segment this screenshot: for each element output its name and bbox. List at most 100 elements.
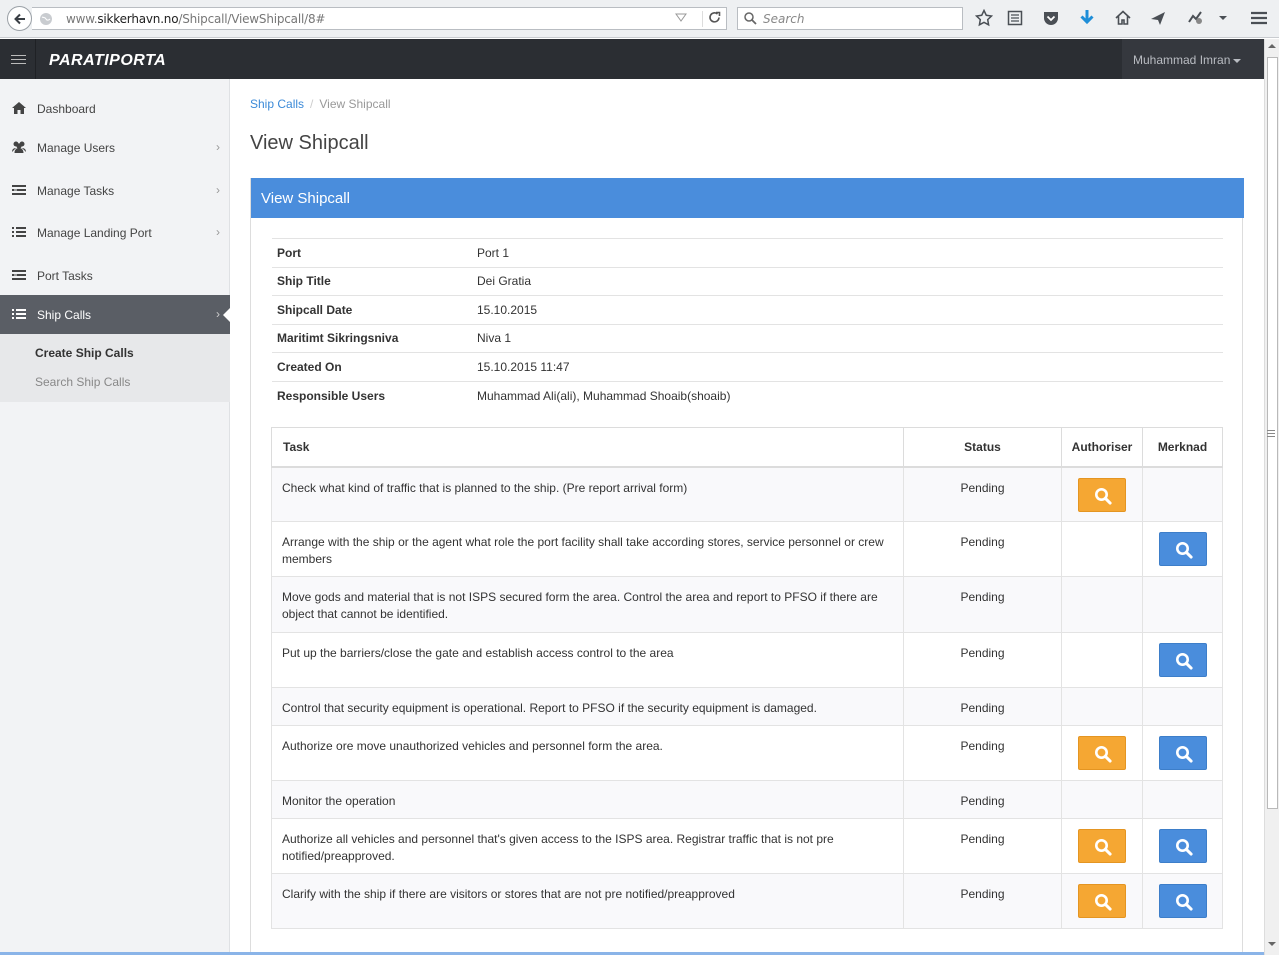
sidebar-item-label: Manage Users [37, 141, 116, 155]
shipcall-details-table: Port Port 1 Ship Title Dei Gratia Shipcall D… [272, 238, 1223, 410]
page-scrollbar[interactable] [1264, 39, 1279, 955]
scroll-up-icon[interactable] [1268, 43, 1276, 49]
merknad-view-button[interactable] [1158, 532, 1207, 566]
browser-menu-icon[interactable] [1250, 9, 1268, 27]
col-header-authoriser: Authoriser [1061, 427, 1143, 468]
chevron-right-icon: › [216, 307, 220, 321]
sidebar-item-manage-tasks[interactable]: Manage Tasks › [0, 171, 230, 211]
sidebar-item-label: Manage Landing Port [37, 226, 152, 240]
url-bar[interactable]: www.sikkerhavn.no/Shipcall/ViewShipcall/… [32, 7, 727, 30]
sidebar-item-ship-calls[interactable]: Ship Calls › [0, 295, 231, 334]
send-icon[interactable] [1149, 9, 1167, 27]
col-header-merknad: Merknad [1142, 427, 1223, 468]
merknad-view-button[interactable] [1158, 736, 1207, 770]
detail-value: Dei Gratia [472, 266, 1223, 296]
scroll-down-icon[interactable] [1268, 941, 1276, 947]
submenu-create-ship-calls[interactable]: Create Ship Calls [35, 346, 134, 360]
detail-value: Muhammad Ali(ali), Muhammad Shoaib(shoai… [472, 380, 1223, 410]
back-button[interactable] [7, 6, 32, 31]
task-cell: Authorize all vehicles and personnel tha… [271, 818, 904, 874]
browser-toolbar: www.sikkerhavn.no/Shipcall/ViewShipcall/… [0, 0, 1279, 38]
search-icon [1175, 839, 1193, 856]
task-cell: Monitor the operation [271, 780, 904, 819]
tasks-icon [12, 185, 26, 195]
detail-row: Shipcall Date 15.10.2015 [272, 295, 1223, 324]
reload-icon [709, 11, 721, 23]
table-row: Authorize ore move unauthorized vehicles… [271, 725, 1223, 781]
status-cell: Pending [903, 632, 1062, 688]
authoriser-view-button[interactable] [1078, 884, 1126, 918]
table-row: Put up the barriers/close the gate and e… [271, 632, 1223, 688]
active-indicator [223, 307, 231, 323]
col-header-task: Task [271, 427, 904, 468]
browser-search-input[interactable]: Search [737, 7, 963, 30]
merknad-cell [1142, 780, 1223, 819]
status-cell: Pending [903, 521, 1062, 577]
sidebar-item-label: Ship Calls [37, 308, 92, 322]
detail-label: Port [272, 238, 472, 267]
sidebar: Dashboard Manage Users › Manage Tasks › … [0, 79, 231, 955]
detail-value: Port 1 [472, 238, 1223, 267]
authoriser-cell [1061, 725, 1143, 781]
merknad-view-button[interactable] [1158, 643, 1207, 677]
page-title: View Shipcall [250, 132, 369, 154]
breadcrumb-current: View Shipcall [319, 97, 391, 111]
sidebar-toggle-icon[interactable] [11, 55, 26, 67]
url-dropdown-icon[interactable] [675, 13, 687, 23]
authoriser-view-button[interactable] [1078, 736, 1126, 770]
user-name: Muhammad Imran [1133, 53, 1231, 67]
panel-title: View Shipcall [251, 178, 1244, 218]
status-cell: Pending [903, 466, 1062, 522]
user-menu[interactable]: Muhammad Imran [1122, 39, 1264, 79]
submenu-search-ship-calls[interactable]: Search Ship Calls [35, 375, 130, 389]
authoriser-view-button[interactable] [1078, 477, 1126, 512]
search-icon [1175, 894, 1193, 911]
reload-button[interactable] [702, 11, 722, 27]
bookmark-star-icon[interactable] [975, 9, 993, 27]
table-row: Move gods and material that is not ISPS … [271, 576, 1223, 633]
brand-logo[interactable]: PARATIPORTA [49, 52, 166, 70]
detail-value: 15.10.2015 11:47 [472, 352, 1223, 381]
authoriser-cell [1061, 576, 1143, 633]
sidebar-item-dashboard[interactable]: Dashboard [0, 89, 230, 129]
authoriser-cell [1061, 780, 1143, 819]
authoriser-cell [1061, 687, 1143, 726]
authoriser-view-button[interactable] [1078, 829, 1126, 863]
search-icon [1175, 746, 1193, 763]
task-cell: Clarify with the ship if there are visit… [271, 873, 904, 929]
sidebar-item-label: Dashboard [37, 102, 96, 116]
search-icon [1095, 839, 1112, 856]
url-text: www.sikkerhavn.no/Shipcall/ViewShipcall/… [66, 12, 326, 26]
home-browser-icon[interactable] [1114, 9, 1132, 27]
home-icon [12, 102, 26, 114]
task-cell: Control that security equipment is opera… [271, 687, 904, 726]
detail-row: Maritimt Sikringsniva Niva 1 [272, 323, 1223, 353]
merknad-view-button[interactable] [1158, 829, 1207, 863]
table-row: Control that security equipment is opera… [271, 687, 1223, 726]
sidebar-item-manage-users[interactable]: Manage Users › [0, 128, 230, 168]
detail-label: Ship Title [272, 266, 472, 296]
merknad-cell [1142, 687, 1223, 726]
search-placeholder: Search [763, 12, 805, 26]
bookmarks-list-icon[interactable] [1006, 9, 1024, 27]
breadcrumb-ship-calls[interactable]: Ship Calls [250, 97, 304, 111]
toolbar-overflow-icon[interactable] [1214, 9, 1232, 27]
addon-icon[interactable] [1186, 9, 1204, 27]
merknad-cell [1142, 873, 1223, 929]
table-row: Arrange with the ship or the agent what … [271, 521, 1223, 577]
download-icon[interactable] [1078, 9, 1096, 27]
authoriser-cell [1061, 521, 1143, 577]
sidebar-item-manage-landing-port[interactable]: Manage Landing Port › [0, 213, 230, 253]
top-navbar: PARATIPORTA Muhammad Imran [0, 39, 1264, 79]
globe-icon [40, 13, 52, 25]
detail-value: 15.10.2015 [472, 295, 1223, 324]
merknad-view-button[interactable] [1158, 884, 1207, 918]
detail-label: Maritimt Sikringsniva [272, 323, 472, 353]
authoriser-cell [1061, 632, 1143, 688]
authoriser-cell [1061, 466, 1143, 522]
task-table: Task Status Authoriser Merknad Check wha… [271, 427, 1223, 929]
task-cell: Move gods and material that is not ISPS … [271, 576, 904, 633]
sidebar-item-port-tasks[interactable]: Port Tasks [0, 256, 230, 296]
pocket-icon[interactable] [1042, 9, 1060, 27]
ship-calls-submenu: Create Ship Calls Search Ship Calls [0, 334, 230, 402]
